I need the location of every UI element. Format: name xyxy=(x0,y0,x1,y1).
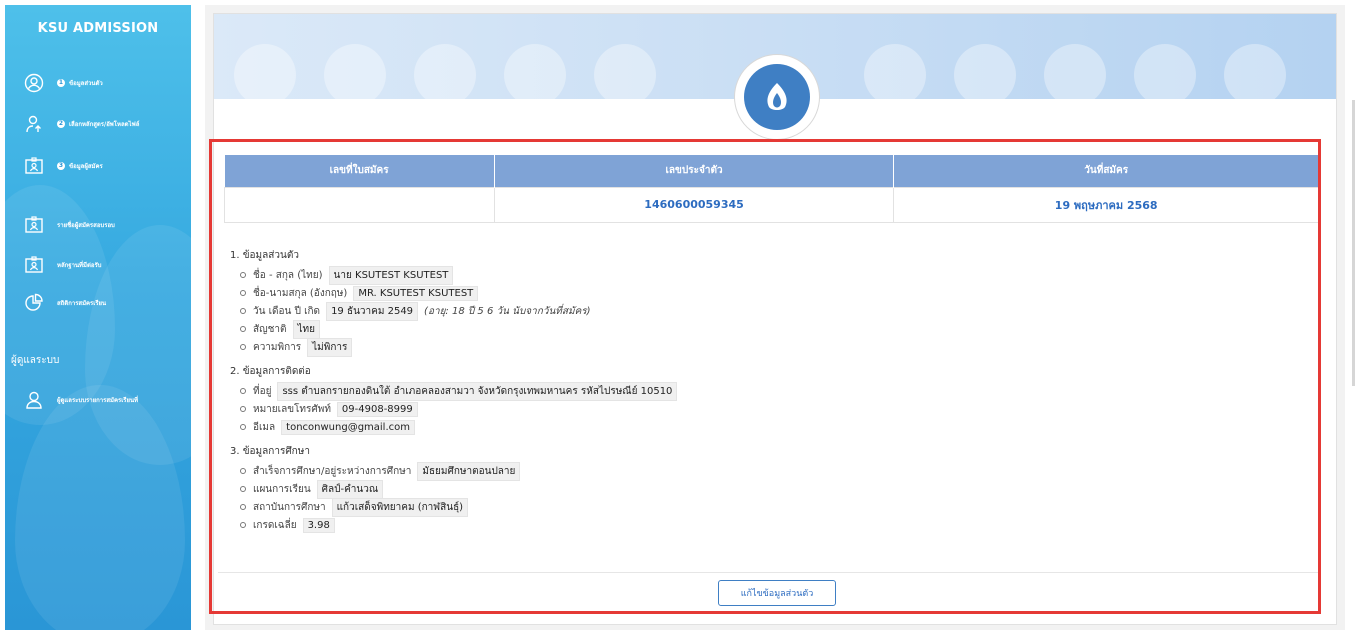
sidebar-item-label: รายชื่อผู้สมัครสอบรอบ xyxy=(57,222,115,229)
sidebar-section-admin: ผู้ดูแลระบบ xyxy=(11,355,60,366)
sidebar-item-statistics[interactable]: สถิติการสมัครเรียน xyxy=(23,291,106,315)
sidebar-item-select-course[interactable]: 2 เลือกหลักสูตร/อัพโหลดไฟล์ xyxy=(23,112,139,136)
sidebar-item-admin-applications[interactable]: ผู้ดูแลระบบรายการสมัครเรียนที่ xyxy=(23,388,138,412)
user-icon xyxy=(23,389,45,411)
sidebar-item-label: สถิติการสมัครเรียน xyxy=(57,300,107,307)
sidebar: KSU ADMISSION 1 ข้อมูลส่วนตัว 2 เลือกหลั… xyxy=(5,5,191,630)
sidebar-item-label: ผู้ดูแลระบบรายการสมัครเรียนที่ xyxy=(57,397,139,404)
id-card-icon xyxy=(23,155,45,177)
sidebar-title: KSU ADMISSION xyxy=(37,21,159,36)
sidebar-item-personal-info[interactable]: 1 ข้อมูลส่วนตัว xyxy=(23,71,103,95)
sidebar-item-label: เลือกหลักสูตร/อัพโหลดไฟล์ xyxy=(69,121,140,128)
sidebar-item-label: ข้อมูลส่วนตัว xyxy=(69,80,103,87)
scrollbar[interactable] xyxy=(1352,100,1355,386)
user-upload-icon xyxy=(23,113,45,135)
sidebar-item-evidence[interactable]: หลักฐานที่มีต่อรับ xyxy=(23,253,102,277)
sidebar-item-label: หลักฐานที่มีต่อรับ xyxy=(57,262,102,269)
sidebar-item-exam-list[interactable]: รายชื่อผู้สมัครสอบรอบ xyxy=(23,213,115,237)
pie-chart-icon xyxy=(23,292,45,314)
id-card-icon xyxy=(23,214,45,236)
logo-emblem-icon xyxy=(744,64,810,130)
sidebar-item-label: ข้อมูลผู้สมัคร xyxy=(69,163,103,170)
university-logo xyxy=(734,54,820,140)
highlight-frame xyxy=(209,139,1321,614)
app-window: KSU ADMISSION 1 ข้อมูลส่วนตัว 2 เลือกหลั… xyxy=(0,0,1361,630)
step-number: 1 xyxy=(57,79,65,87)
step-number: 2 xyxy=(57,120,65,128)
id-card-icon xyxy=(23,254,45,276)
sidebar-item-applicant-info[interactable]: 3 ข้อมูลผู้สมัคร xyxy=(23,154,103,178)
step-number: 3 xyxy=(57,162,65,170)
user-circle-icon xyxy=(23,72,45,94)
